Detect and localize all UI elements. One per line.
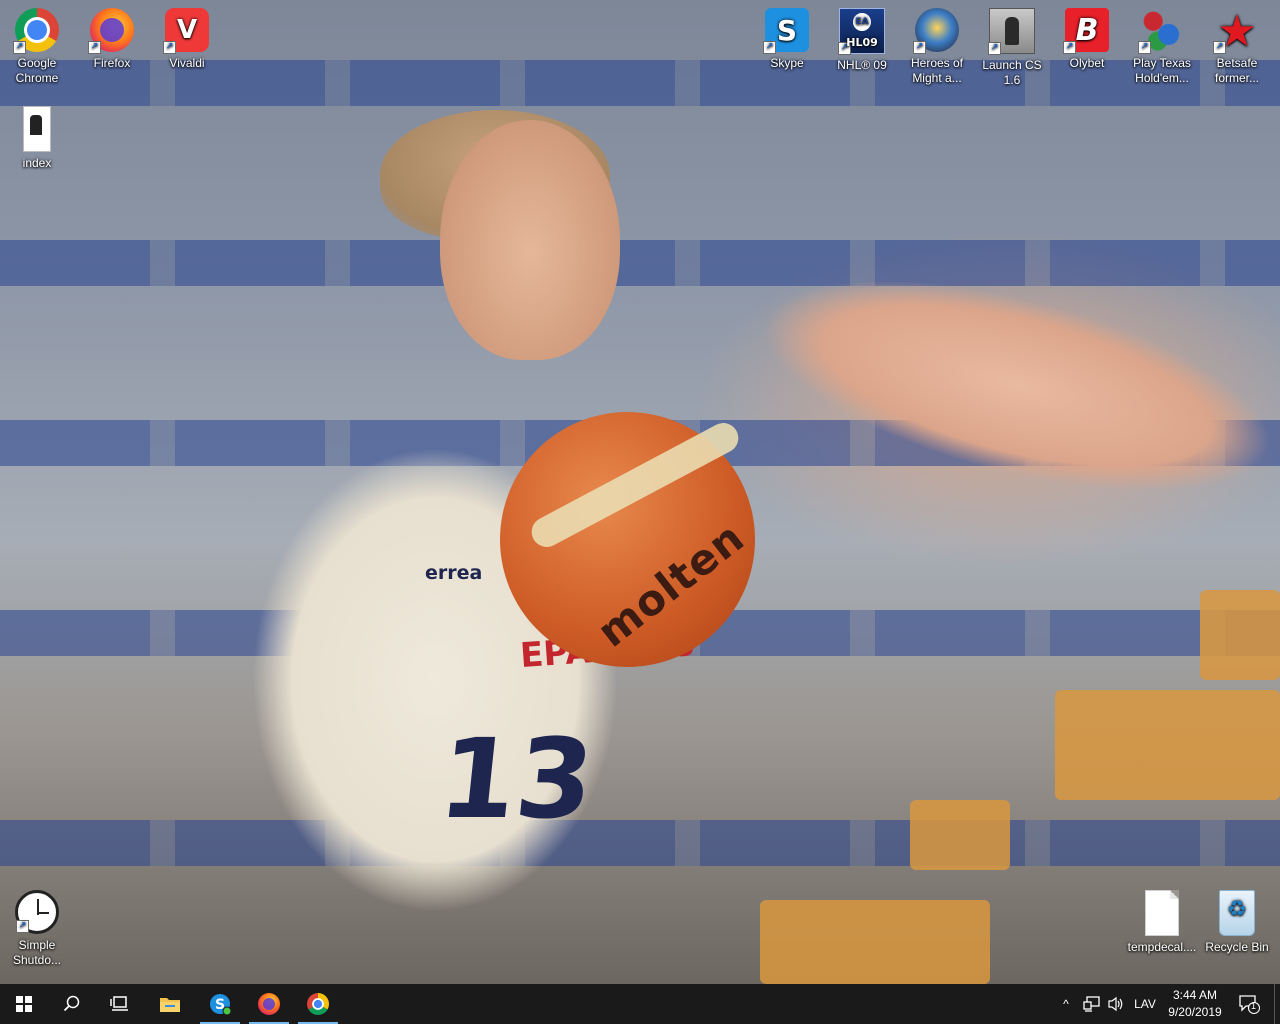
desktop-icon-firefox[interactable]: ↗ Firefox: [76, 0, 148, 71]
taskbar-clock[interactable]: 3:44 AM 9/20/2019: [1160, 987, 1230, 1021]
taskbar-file-explorer[interactable]: [146, 984, 194, 1024]
desktop-icon-label: Firefox: [93, 56, 131, 70]
show-hidden-icons-button[interactable]: ^: [1056, 984, 1076, 1024]
counter-strike-icon: ↗: [988, 8, 1035, 55]
desktop-icon-label: Heroes of Might a...: [910, 56, 964, 85]
desktop-icon-texas-holdem[interactable]: ↗ Play Texas Hold'em...: [1126, 0, 1198, 86]
firefox-icon: [258, 993, 280, 1015]
blank-file-icon: [1145, 890, 1179, 936]
desktop-icon-tempdecal[interactable]: tempdecal....: [1126, 882, 1198, 955]
chrome-icon: ↗: [13, 8, 59, 54]
task-view-icon: [110, 996, 128, 1011]
shortcut-arrow-icon: ↗: [1213, 41, 1226, 54]
olybet-icon: ↗: [1063, 8, 1109, 54]
skype-icon: ↗: [763, 8, 809, 54]
desktop-icon-label: Olybet: [1069, 56, 1105, 70]
desktop-icon-olybet[interactable]: ↗ Olybet: [1051, 0, 1123, 71]
search-button[interactable]: [48, 984, 96, 1024]
desktop-icon-launch-cs[interactable]: ↗ Launch CS 1.6: [976, 0, 1048, 88]
desktop-icon-recycle-bin[interactable]: Recycle Bin: [1201, 882, 1273, 955]
desktop-icon-google-chrome[interactable]: ↗ Google Chrome: [1, 0, 73, 86]
wallpaper-jersey-number: 13: [433, 715, 600, 843]
recycle-bin-icon: [1219, 890, 1255, 936]
windows-logo-icon: [16, 996, 32, 1012]
desktop-icon-label: Launch CS 1.6: [982, 58, 1042, 87]
desktop-icon-label: index: [22, 156, 52, 170]
start-button[interactable]: [0, 984, 48, 1024]
desktop-icon-label: Simple Shutdo...: [12, 938, 62, 967]
desktop-icon-label: NHL® 09: [837, 58, 887, 72]
action-center-button[interactable]: 1: [1234, 984, 1264, 1024]
wallpaper-player-head: [440, 120, 620, 360]
chevron-up-icon: ^: [1063, 997, 1069, 1011]
wallpaper-orange-seat: [910, 800, 1010, 870]
shortcut-arrow-icon: ↗: [763, 41, 776, 54]
task-view-button[interactable]: [96, 984, 144, 1024]
desktop-icon-heroes[interactable]: ↗ Heroes of Might a...: [901, 0, 973, 86]
poker-chips-icon: ↗: [1138, 8, 1184, 54]
network-button[interactable]: [1080, 984, 1104, 1024]
chrome-icon: [307, 993, 329, 1015]
desktop-icon-betsafe[interactable]: ↗ Betsafe former...: [1201, 0, 1273, 86]
volume-button[interactable]: [1104, 984, 1128, 1024]
desktop-icon-label: Vivaldi: [169, 56, 205, 70]
shortcut-arrow-icon: ↗: [88, 41, 101, 54]
shortcut-arrow-icon: ↗: [913, 41, 926, 54]
shortcut-arrow-icon: ↗: [988, 42, 1001, 55]
wallpaper-jersey-brand: errea: [425, 562, 483, 584]
notification-icon: [1239, 995, 1260, 1014]
vivaldi-icon: ↗: [163, 8, 209, 54]
wallpaper-player-body: [175, 360, 835, 984]
desktop-icon-index[interactable]: index: [1, 98, 73, 171]
desktop-icon-label: Skype: [770, 56, 804, 70]
taskbar-skype[interactable]: S: [196, 984, 244, 1024]
clock-time: 3:44 AM: [1172, 988, 1218, 1002]
desktop-wallpaper: errea EPA LSSS 13 molten: [0, 0, 1280, 984]
clock-icon: ↗: [15, 890, 59, 934]
speaker-icon: [1108, 996, 1123, 1012]
desktop-icon-simple-shutdown[interactable]: ↗ Simple Shutdo...: [1, 882, 73, 968]
wallpaper-orange-seat: [1200, 590, 1280, 680]
desktop-icon-label: Recycle Bin: [1205, 940, 1269, 954]
taskbar-firefox[interactable]: [245, 984, 293, 1024]
wallpaper-orange-seat: [1055, 690, 1280, 800]
taskbar-chrome[interactable]: [294, 984, 342, 1024]
desktop-icon-label: Play Texas Hold'em...: [1133, 56, 1191, 85]
nhl09-icon: ↗: [838, 8, 885, 55]
desktop-icon-label: Google Chrome: [15, 56, 59, 85]
shortcut-arrow-icon: ↗: [838, 42, 851, 55]
document-icon: [23, 106, 51, 152]
shortcut-arrow-icon: ↗: [13, 41, 26, 54]
shortcut-arrow-icon: ↗: [163, 41, 176, 54]
firefox-icon: ↗: [88, 8, 134, 54]
shortcut-arrow-icon: ↗: [1138, 41, 1151, 54]
taskbar: S ^ LAV 3:44 AM 9/20/2019 1: [0, 984, 1280, 1024]
desktop-icon-skype[interactable]: ↗ Skype: [751, 0, 823, 71]
network-icon: [1083, 996, 1100, 1012]
notification-count-badge: 1: [1251, 1001, 1257, 1011]
shortcut-arrow-icon: ↗: [1063, 41, 1076, 54]
desktop-icon-label: tempdecal....: [1127, 940, 1197, 954]
betsafe-icon: ↗: [1213, 6, 1259, 57]
desktop-icon-nhl09[interactable]: ↗ NHL® 09: [826, 0, 898, 73]
shortcut-arrow-icon: ↗: [16, 920, 29, 933]
input-language-button[interactable]: LAV: [1130, 984, 1160, 1024]
show-desktop-button[interactable]: [1274, 984, 1280, 1024]
language-indicator: LAV: [1134, 997, 1156, 1011]
skype-icon: S: [210, 994, 232, 1016]
search-icon: [63, 995, 80, 1012]
desktop-icon-vivaldi[interactable]: ↗ Vivaldi: [151, 0, 223, 71]
heroes-icon: ↗: [913, 8, 959, 54]
desktop-icon-label: Betsafe former...: [1214, 56, 1259, 85]
clock-date: 9/20/2019: [1168, 1005, 1222, 1019]
folder-icon: [160, 998, 180, 1012]
